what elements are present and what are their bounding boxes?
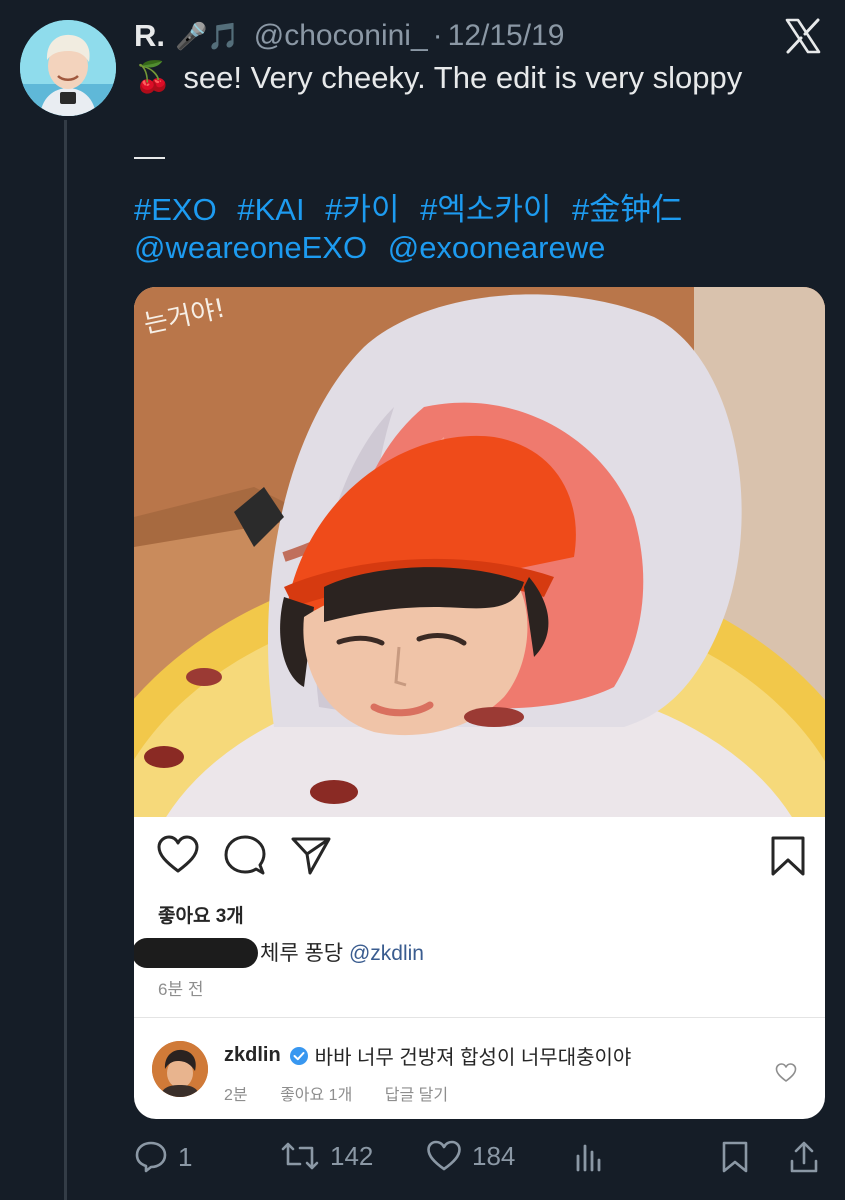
retweet-count: 142 bbox=[330, 1140, 374, 1171]
post-divider bbox=[134, 1017, 825, 1018]
post-likes[interactable]: 좋아요 3개 bbox=[158, 901, 244, 928]
bookmark-tweet-icon bbox=[722, 1141, 748, 1173]
hashtag-link[interactable]: #KAI bbox=[237, 192, 304, 227]
views-button[interactable] bbox=[574, 1140, 614, 1172]
send-icon[interactable] bbox=[290, 835, 332, 877]
tweet-header: R. 🎤🎵 @choconini_ · 12/15/19 bbox=[134, 14, 564, 58]
comment-meta: 2분 좋아요 1개 답글 달기 bbox=[224, 1081, 476, 1105]
hashtag-link[interactable]: #카이 bbox=[325, 192, 399, 227]
retweet-button[interactable]: 142 bbox=[280, 1140, 373, 1172]
post-time: 6분 전 bbox=[158, 980, 204, 999]
like-icon bbox=[427, 1140, 461, 1171]
reply-button[interactable]: 1 bbox=[134, 1140, 192, 1174]
separator-dot: · bbox=[432, 19, 443, 52]
comment-text: 바바 너무 건방져 합성이 너무대충이야 bbox=[314, 1047, 632, 1069]
reply-count: 1 bbox=[178, 1141, 193, 1172]
author-handle[interactable]: @choconini_ bbox=[254, 19, 428, 53]
post-action-bar bbox=[134, 835, 825, 883]
avatar-image bbox=[20, 20, 116, 116]
reply-icon bbox=[135, 1141, 167, 1173]
hashtag-link[interactable]: #엑소카이 bbox=[420, 192, 551, 227]
tweet-date[interactable]: 12/15/19 bbox=[448, 19, 565, 53]
thread-line bbox=[64, 120, 67, 1200]
comment-icon[interactable] bbox=[224, 835, 266, 877]
mentions: @weareoneEXO @exoonearewe bbox=[134, 230, 617, 266]
commenter-avatar[interactable] bbox=[152, 1041, 208, 1097]
cherry-emoji: 🍒 bbox=[134, 61, 172, 94]
avatar[interactable] bbox=[20, 20, 116, 116]
comment: zkdlin 바바 너무 건방져 합성이 너무대충이야 bbox=[224, 1041, 631, 1070]
x-logo-icon[interactable] bbox=[783, 16, 823, 56]
hashtag-link[interactable]: #金钟仁 bbox=[572, 192, 682, 227]
hashtags: #EXO #KAI #카이 #엑소카이 #金钟仁 bbox=[134, 184, 694, 229]
comment-reply[interactable]: 답글 달기 bbox=[385, 1087, 448, 1104]
mention-link[interactable]: @exoonearewe bbox=[388, 230, 606, 265]
comment-likes[interactable]: 좋아요 1개 bbox=[280, 1087, 352, 1104]
commenter-username[interactable]: zkdlin bbox=[224, 1044, 281, 1067]
share-icon bbox=[790, 1141, 818, 1173]
comment-time: 2분 bbox=[224, 1087, 248, 1104]
like-button[interactable]: 184 bbox=[426, 1140, 515, 1172]
like-count: 184 bbox=[472, 1140, 516, 1171]
views-icon bbox=[576, 1144, 601, 1172]
tweet-action-bar: 1 142 184 bbox=[134, 1140, 825, 1180]
redacted-username bbox=[134, 938, 258, 968]
share-button[interactable] bbox=[788, 1140, 830, 1174]
bookmark-button[interactable] bbox=[720, 1140, 760, 1174]
mention-link[interactable]: @weareoneEXO bbox=[134, 230, 367, 265]
author-emoji: 🎤🎵 bbox=[175, 20, 240, 51]
tweet-body: see! Very cheeky. The edit is very slopp… bbox=[183, 60, 743, 95]
heart-icon[interactable] bbox=[156, 835, 200, 875]
tweet-dash: — bbox=[134, 138, 165, 173]
author-name[interactable]: R. bbox=[134, 18, 165, 54]
post-caption: 체루 퐁당 @zkdlin bbox=[260, 937, 424, 967]
post-photo: 는거야! bbox=[134, 287, 825, 817]
comment-heart-icon[interactable] bbox=[775, 1063, 797, 1083]
bookmark-icon[interactable] bbox=[770, 835, 806, 877]
caption-text: 체루 퐁당 bbox=[260, 942, 344, 965]
verified-icon bbox=[289, 1046, 308, 1065]
caption-mention[interactable]: @zkdlin bbox=[349, 942, 424, 965]
hashtag-link[interactable]: #EXO bbox=[134, 192, 217, 227]
tweet-text: 🍒 see! Very cheeky. The edit is very slo… bbox=[134, 56, 742, 99]
retweet-icon bbox=[281, 1142, 319, 1170]
attached-image[interactable]: 는거야! 좋아요 3개 체루 퐁당 @zkdlin 6분 전 zkdlin 바바… bbox=[134, 287, 825, 1119]
